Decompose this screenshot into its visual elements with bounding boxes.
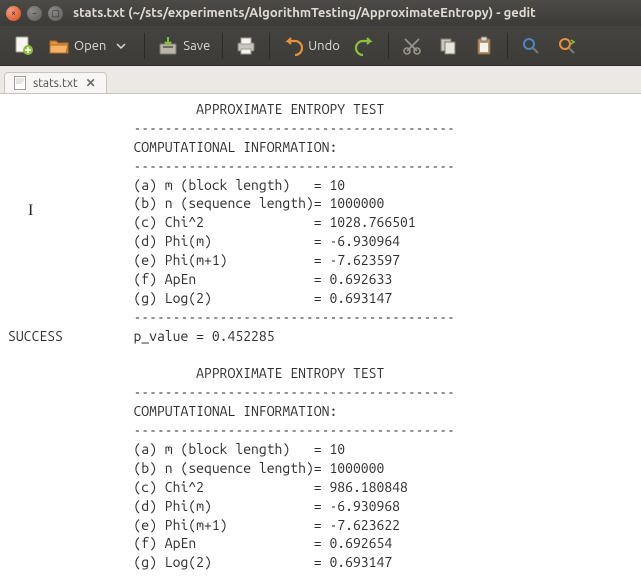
toolbar-separator [507, 33, 508, 59]
tab-stats[interactable]: stats.txt ✕ [4, 72, 107, 93]
document-content[interactable]: APPROXIMATE ENTROPY TEST ---------------… [8, 100, 633, 581]
save-button[interactable]: Save [151, 31, 216, 61]
redo-button[interactable] [348, 31, 382, 61]
undo-label: Undo [308, 39, 340, 53]
copy-icon [437, 35, 459, 57]
window-titlebar: × − ▢ stats.txt (~/sts/experiments/Algor… [0, 0, 641, 26]
print-button[interactable] [229, 31, 263, 61]
save-label: Save [183, 39, 210, 53]
undo-icon [282, 35, 304, 57]
new-document-icon [12, 35, 34, 57]
redo-icon [354, 35, 376, 57]
print-icon [235, 35, 257, 57]
open-label: Open [74, 39, 106, 53]
undo-button[interactable]: Undo [276, 31, 346, 61]
copy-button[interactable] [431, 31, 465, 61]
window-close-button[interactable]: × [6, 6, 21, 21]
toolbar-separator [388, 33, 389, 59]
chevron-down-icon [110, 35, 132, 57]
document-icon [13, 76, 27, 90]
find-replace-button[interactable] [550, 31, 584, 61]
toolbar-separator [144, 33, 145, 59]
window-minimize-button[interactable]: − [27, 6, 42, 21]
editor-area[interactable]: APPROXIMATE ENTROPY TEST ---------------… [0, 94, 641, 581]
save-icon [157, 35, 179, 57]
tab-close-button[interactable]: ✕ [84, 76, 98, 90]
tab-label: stats.txt [33, 77, 78, 90]
search-icon [520, 35, 542, 57]
paste-icon [473, 35, 495, 57]
paste-button[interactable] [467, 31, 501, 61]
cut-button[interactable] [395, 31, 429, 61]
window-title: stats.txt (~/sts/experiments/AlgorithmTe… [73, 6, 536, 20]
tab-bar: stats.txt ✕ [0, 66, 641, 94]
scissors-icon [401, 35, 423, 57]
new-document-button[interactable] [6, 31, 40, 61]
find-button[interactable] [514, 31, 548, 61]
window-maximize-button[interactable]: ▢ [48, 6, 63, 21]
find-replace-icon [556, 35, 578, 57]
folder-open-icon [48, 35, 70, 57]
toolbar-separator [222, 33, 223, 59]
toolbar-separator [269, 33, 270, 59]
open-button[interactable]: Open [42, 31, 138, 61]
main-toolbar: Open Save Undo [0, 26, 641, 66]
